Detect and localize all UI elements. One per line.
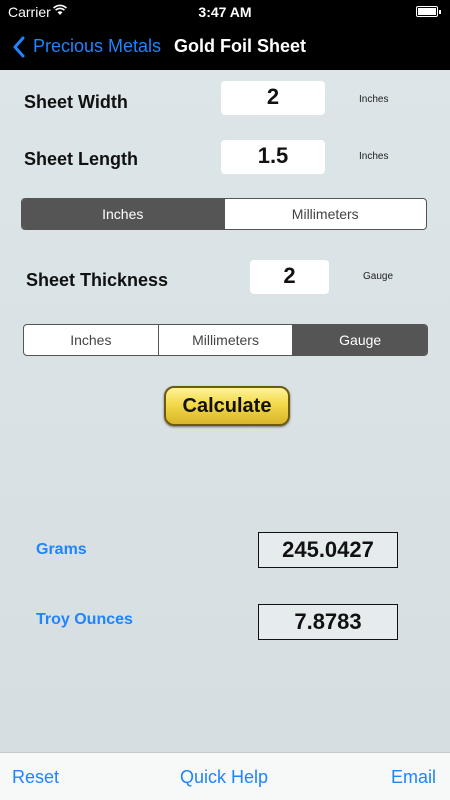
page-title: Gold Foil Sheet (174, 36, 307, 56)
sheet-width-unit: Inches (359, 94, 389, 105)
sheet-length-field[interactable]: 1.5 (221, 140, 325, 174)
clock: 3:47 AM (198, 4, 252, 20)
dimension-unit-inches[interactable]: Inches (22, 199, 224, 229)
thickness-units-control: Inches Millimeters Gauge (23, 324, 428, 356)
thickness-unit-gauge[interactable]: Gauge (292, 325, 427, 355)
navigation-bar: Precious Metals Gold Foil Sheet (0, 24, 450, 70)
sheet-thickness-unit: Gauge (363, 271, 394, 282)
troy-ounces-value: 7.8783 (258, 604, 398, 640)
grams-value: 245.0427 (258, 532, 398, 568)
back-button[interactable]: Precious Metals (33, 36, 161, 57)
thickness-unit-millimeters[interactable]: Millimeters (157, 325, 293, 355)
calculate-button[interactable]: Calculate (164, 386, 290, 426)
thickness-unit-inches[interactable]: Inches (24, 325, 158, 355)
dimension-unit-millimeters[interactable]: Millimeters (223, 199, 427, 229)
back-chevron-icon[interactable] (12, 36, 26, 58)
sheet-width-field[interactable]: 2 (221, 81, 325, 115)
sheet-thickness-label: Sheet Thickness (26, 270, 169, 290)
battery-icon (416, 6, 441, 17)
sheet-length-unit: Inches (359, 151, 389, 162)
sheet-thickness-field[interactable]: 2 (250, 260, 329, 294)
email-button[interactable]: Email (391, 767, 436, 788)
status-bar: Carrier 3:47 AM (0, 0, 450, 24)
dimension-units-control: Inches Millimeters (21, 198, 427, 230)
troy-ounces-label: Troy Ounces (36, 611, 133, 628)
quick-help-button[interactable]: Quick Help (180, 767, 268, 788)
sheet-length-label: Sheet Length (24, 149, 139, 169)
reset-button[interactable]: Reset (12, 767, 59, 788)
bottom-toolbar: Reset Quick Help Email (0, 752, 450, 800)
grams-label: Grams (36, 541, 87, 558)
main-content: Sheet Width 2 Inches Sheet Length 1.5 In… (0, 70, 450, 752)
sheet-width-label: Sheet Width (24, 92, 128, 112)
top-bar: Carrier 3:47 AM Precious Metals Gold Foi… (0, 0, 450, 70)
